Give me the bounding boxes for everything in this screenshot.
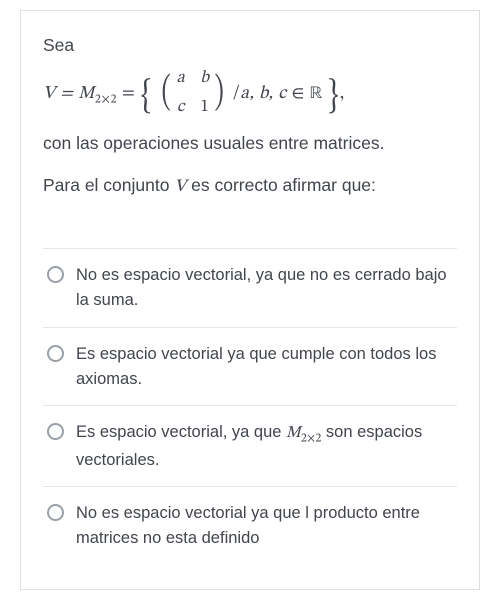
- prompt-equation: V = M2×2 = { ( a b c 1 ) /a, b, c ∈ ℝ },: [43, 65, 457, 121]
- question-prompt: Sea V = M2×2 = { ( a b c 1 ) /a, b, c ∈ …: [43, 31, 457, 202]
- right-paren: ): [214, 76, 223, 110]
- cond-set: ℝ: [310, 86, 323, 103]
- matrix: ( a b c 1 ): [159, 65, 226, 121]
- prompt-intro: Sea: [43, 31, 457, 59]
- matrix-b: b: [200, 65, 210, 92]
- matrix-a: a: [176, 65, 186, 92]
- matrix-d: 1: [200, 94, 210, 121]
- options-list: No es espacio vectorial, ya que no es ce…: [43, 248, 457, 557]
- option-3[interactable]: Es espacio vectorial, ya que M2×2 son es…: [43, 406, 457, 487]
- prompt-line2: con las operaciones usuales entre matric…: [43, 129, 457, 157]
- equals: =: [122, 85, 140, 103]
- matrix-c: c: [176, 94, 186, 121]
- radio-icon[interactable]: [47, 345, 64, 362]
- lhs: V = M2×2: [43, 85, 117, 103]
- option-1-text: No es espacio vectorial, ya que no es ce…: [76, 263, 453, 313]
- option-2[interactable]: Es espacio vectorial ya que cumple con t…: [43, 328, 457, 407]
- option-4[interactable]: No es espacio vectorial ya que l product…: [43, 487, 457, 557]
- question-text: Para el conjunto V es correcto afirmar q…: [43, 171, 457, 202]
- radio-icon[interactable]: [47, 504, 64, 521]
- option-4-text: No es espacio vectorial ya que l product…: [76, 501, 453, 551]
- radio-icon[interactable]: [47, 266, 64, 283]
- option-2-text: Es espacio vectorial ya que cumple con t…: [76, 342, 453, 392]
- option-1[interactable]: No es espacio vectorial, ya que no es ce…: [43, 249, 457, 328]
- radio-icon[interactable]: [47, 423, 64, 440]
- option-3-text: Es espacio vectorial, ya que M2×2 son es…: [76, 420, 453, 472]
- left-paren: (: [162, 76, 171, 110]
- cond-in: ∈: [287, 85, 310, 103]
- question-card: Sea V = M2×2 = { ( a b c 1 ) /a, b, c ∈ …: [20, 10, 480, 590]
- eq-tail: ,: [340, 85, 345, 103]
- cond-vars: a, b, c: [240, 85, 286, 103]
